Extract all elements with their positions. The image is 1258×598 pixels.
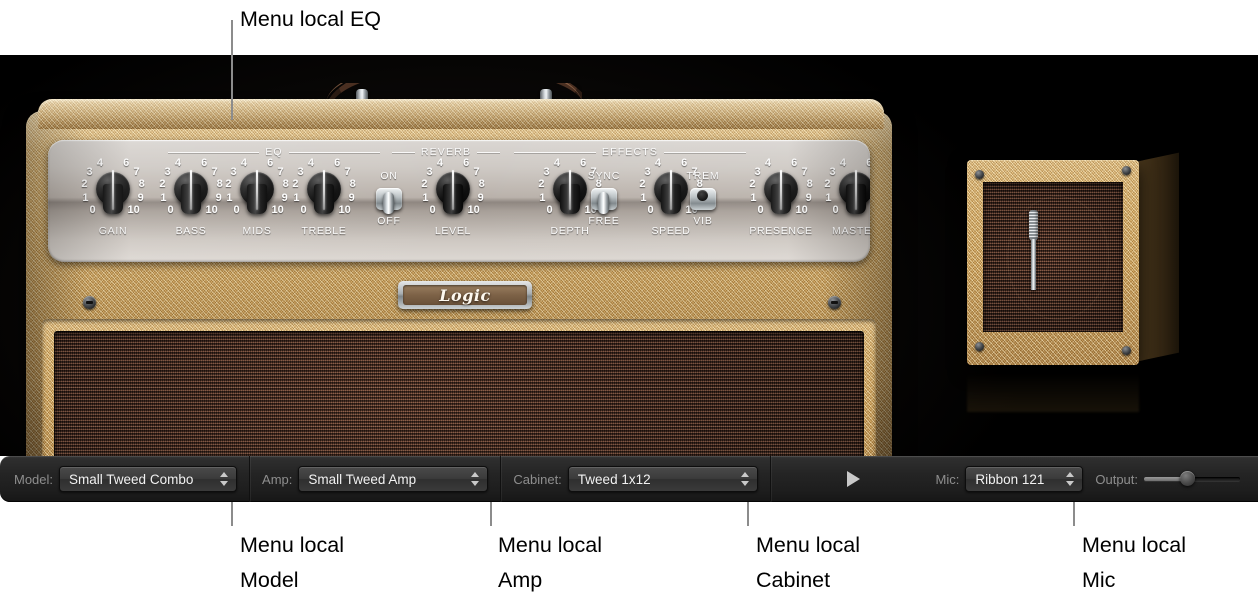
knob-pointer-master (855, 170, 857, 210)
screenshot-root: EQ REVERB EFFECTS 0 1 2 3 4 6 7 8 9 10 GAIN 0 1 2 3 4 6 7 8 9 1… (0, 0, 1258, 596)
amp-logo-plate: Logic (398, 281, 532, 309)
cabinet-screw-br (1122, 346, 1131, 355)
knob-label-gain: GAIN (98, 225, 128, 237)
mic-popup-menu[interactable]: Ribbon 121 (965, 466, 1084, 492)
switch-label-bottom-reverb-power: OFF (377, 215, 401, 227)
knob-label-master: MASTER (832, 225, 870, 237)
model-popup-menu[interactable]: Small Tweed Combo (59, 466, 238, 492)
cabinet-label: Cabinet: (513, 471, 562, 487)
play-icon[interactable] (846, 471, 860, 487)
plugin-toolbar: Model: Small Tweed Combo Amp: Small Twee… (0, 456, 1258, 502)
knob-pointer-treble (323, 170, 325, 210)
speaker-cabinet (963, 150, 1183, 412)
knob-label-presence: PRESENCE (749, 225, 813, 237)
amp-designer-plugin: EQ REVERB EFFECTS 0 1 2 3 4 6 7 8 9 10 GAIN 0 1 2 3 4 6 7 8 9 1… (0, 55, 1258, 456)
knob-label-treble: TREBLE (301, 225, 347, 237)
amp-popup-menu[interactable]: Small Tweed Amp (298, 466, 489, 492)
knob-pointer-presence (780, 170, 782, 210)
knob-pointer-mids (256, 170, 258, 210)
knob-pointer-gain (112, 170, 114, 210)
panel-screw-left (83, 296, 96, 309)
switch-tremolo-sync[interactable]: SYNC FREE (578, 162, 630, 246)
switch-label-bottom-trem-vib: VIB (693, 215, 713, 227)
annotation-amp: Menu local Amp (498, 533, 602, 592)
knob-pointer-bass (190, 170, 192, 210)
annotation-leader-amp (490, 502, 492, 526)
switch-label-top-tremolo-sync: SYNC (587, 170, 621, 182)
amp-control-panel: EQ REVERB EFFECTS 0 1 2 3 4 6 7 8 9 10 GAIN 0 1 2 3 4 6 7 8 9 1… (48, 140, 870, 262)
output-slider-thumb[interactable] (1180, 471, 1196, 486)
annotation-model: Menu local Model (240, 533, 344, 592)
chevron-updown-icon (220, 471, 229, 487)
switch-reverb-power[interactable]: ON OFF (363, 162, 415, 246)
switch-lever-tremolo-sync[interactable] (598, 192, 609, 214)
amp-label: Amp: (262, 471, 293, 487)
amp-grille-cloth (54, 331, 864, 456)
section-header-eq: EQ (168, 145, 381, 159)
annotation-leader-cabinet (747, 502, 749, 526)
model-value: Small Tweed Combo (69, 471, 194, 487)
annotation-cabinet: Menu local Cabinet (756, 533, 860, 592)
switch-lever-reverb-power[interactable] (383, 192, 394, 214)
amp-head-top-panel (38, 99, 884, 129)
panel-screw-right (828, 296, 841, 309)
chevron-updown-icon (471, 471, 480, 487)
switch-dot-trem-vib[interactable] (697, 190, 708, 201)
cabinet-grille-cloth (983, 182, 1123, 332)
knob-presence[interactable]: 0 1 2 3 4 6 7 8 9 10 PRESENCE (748, 158, 814, 246)
switch-label-bottom-tremolo-sync: FREE (588, 215, 620, 227)
annotation-eq: Menu local EQ (240, 7, 382, 31)
output-label: Output: (1095, 471, 1138, 487)
switch-label-top-reverb-power: ON (380, 170, 398, 182)
ribbon-mic-icon[interactable] (1029, 210, 1038, 290)
knob-master[interactable]: 01234678910MASTER (823, 158, 870, 246)
section-header-reverb: REVERB (392, 145, 501, 159)
amp-value: Small Tweed Amp (308, 471, 417, 487)
cabinet-front (967, 160, 1139, 365)
amp-brand-badge: Logic (403, 285, 527, 305)
knob-pointer-speed (670, 170, 672, 210)
cabinet-screw-bl (975, 342, 984, 351)
section-label-effects: EFFECTS (601, 146, 659, 158)
amp-brand-text: Logic (439, 285, 491, 305)
output-slider[interactable] (1144, 471, 1240, 487)
amp-grille-frame (42, 319, 876, 456)
annotation-mic: Menu local Mic (1082, 533, 1186, 592)
annotation-leader-mic (1073, 502, 1075, 526)
cabinet-popup-menu[interactable]: Tweed 1x12 (567, 466, 758, 492)
knob-gain[interactable]: 0 1 2 3 4 6 7 8 9 10 GAIN (80, 158, 146, 246)
knob-treble[interactable]: 0 1 2 3 4 6 7 8 9 10 TREBLE (291, 158, 357, 246)
knob-pointer-depth (569, 170, 571, 210)
section-header-effects: EFFECTS (514, 145, 746, 159)
knob-pointer-reverb-level (452, 170, 454, 210)
cabinet-side-panel (1135, 152, 1179, 362)
cabinet-value: Tweed 1x12 (577, 471, 651, 487)
switch-trem-vib[interactable]: TREM VIB (677, 162, 729, 246)
chevron-updown-icon (1066, 471, 1075, 487)
knob-label-reverb-level: LEVEL (434, 225, 472, 237)
mic-value: Ribbon 121 (975, 471, 1045, 487)
knob-reverb-level[interactable]: 0 1 2 3 4 6 7 8 9 10 LEVEL (420, 158, 486, 246)
mic-label: Mic: (935, 471, 960, 487)
cabinet-reflection (967, 366, 1139, 412)
annotation-leader-eq (231, 20, 233, 120)
switch-label-top-trem-vib: TREM (686, 170, 720, 182)
amp-head: EQ REVERB EFFECTS 0 1 2 3 4 6 7 8 9 10 GAIN 0 1 2 3 4 6 7 8 9 1… (26, 77, 896, 456)
model-label: Model: (14, 471, 54, 487)
chevron-updown-icon (740, 471, 750, 487)
cabinet-screw-tl (975, 170, 984, 179)
cabinet-screw-tr (1122, 166, 1131, 175)
annotation-leader-model (231, 502, 233, 526)
